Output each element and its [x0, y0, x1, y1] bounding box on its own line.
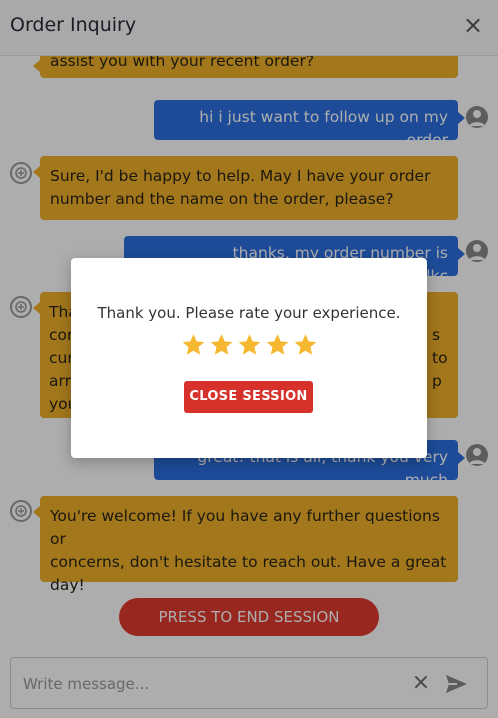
star-icon[interactable] — [264, 332, 291, 358]
close-session-button[interactable]: CLOSE SESSION — [184, 381, 313, 413]
star-icon[interactable] — [236, 332, 263, 358]
rating-dialog: Thank you. Please rate your experience. … — [71, 258, 427, 458]
star-icon[interactable] — [208, 332, 235, 358]
star-icon[interactable] — [180, 332, 207, 358]
dialog-title: Thank you. Please rate your experience. — [97, 304, 401, 322]
star-icon[interactable] — [292, 332, 319, 358]
star-rating[interactable] — [71, 332, 427, 358]
